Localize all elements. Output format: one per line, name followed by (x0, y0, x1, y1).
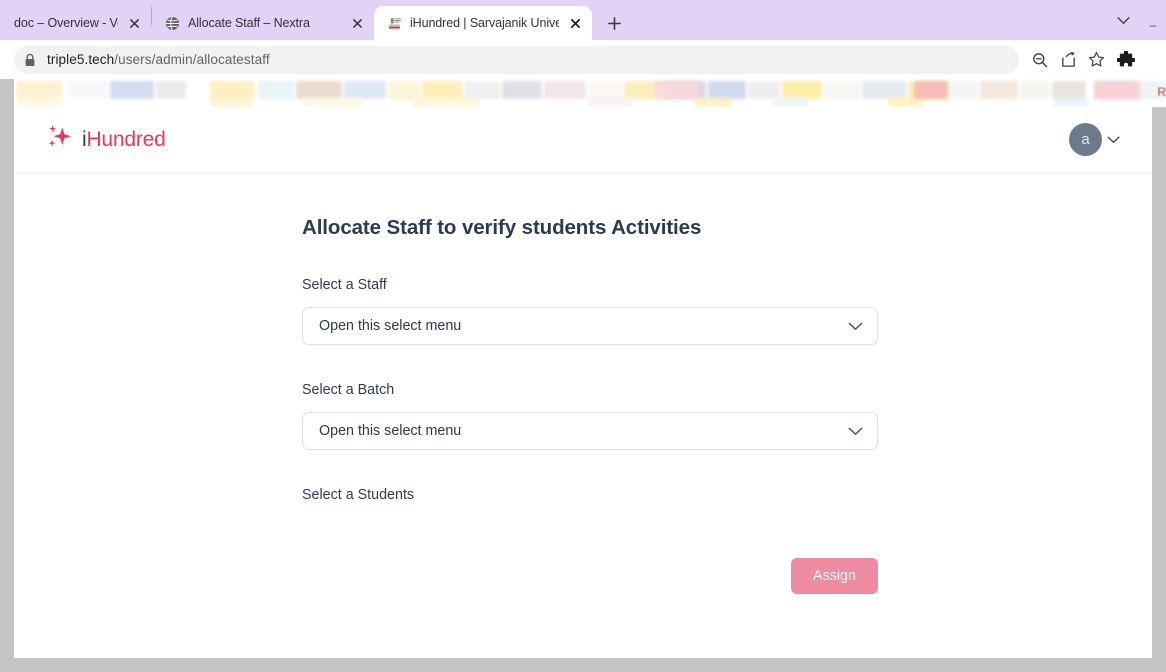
assign-button[interactable]: Assign (791, 558, 878, 594)
address-bar-path: /users/admin/allocatestaff (114, 52, 270, 67)
chevron-down-icon[interactable] (1107, 131, 1120, 149)
window-minimize-button[interactable]: – (1142, 6, 1164, 36)
browser-tab-ihundred-sarvajanik[interactable]: iHundred | Sarvajanik University (374, 6, 592, 40)
browser-toolbar: triple5.tech/users/admin/allocatestaff (0, 40, 1166, 79)
tab-close-icon[interactable] (126, 15, 143, 32)
page-title: Allocate Staff to verify students Activi… (302, 216, 702, 239)
bookmarks-bar: R (14, 79, 1166, 107)
browser-window: doc – Overview - Verc Allocate Staff – N… (0, 0, 1166, 672)
allocate-staff-form: Allocate Staff to verify students Activi… (14, 216, 1152, 658)
chevron-down-icon[interactable] (848, 427, 863, 436)
brand-name: iHundred (82, 128, 166, 152)
select-batch-value: Open this select menu (319, 423, 462, 439)
avatar[interactable]: a (1069, 123, 1102, 156)
tab-title: iHundred | Sarvajanik University (410, 16, 559, 30)
bookmarks-overflow-label: R (1157, 85, 1166, 99)
address-bar[interactable]: triple5.tech/users/admin/allocatestaff (14, 45, 1019, 74)
browser-tab-doc-overview[interactable]: doc – Overview - Verc (8, 6, 151, 40)
extensions-puzzle-icon[interactable] (1113, 47, 1139, 73)
address-bar-host: triple5.tech (47, 52, 115, 67)
lock-icon (24, 52, 37, 67)
new-tab-button[interactable] (600, 9, 628, 37)
zoom-out-icon[interactable] (1027, 47, 1053, 73)
tab-title: doc – Overview - Verc (14, 16, 118, 30)
bookmark-star-icon[interactable] (1083, 47, 1109, 73)
tab-title: Allocate Staff – Nextra (188, 16, 310, 30)
label-select-students: Select a Students (302, 487, 415, 503)
globe-icon (164, 15, 180, 31)
user-menu[interactable]: a (1069, 123, 1120, 156)
chevron-down-icon[interactable] (848, 322, 863, 331)
select-staff-dropdown[interactable]: Open this select menu (302, 307, 878, 345)
brand-logo[interactable]: iHundred (45, 123, 166, 156)
browser-tab-allocate-staff-nextra[interactable]: Allocate Staff – Nextra (152, 6, 374, 40)
tab-search-chevron-down-icon[interactable] (1108, 6, 1138, 36)
form-actions: Assign (302, 558, 878, 594)
label-select-batch: Select a Batch (302, 382, 395, 398)
page-viewport: iHundred a Allocate Staff to verify stud… (14, 107, 1152, 658)
address-bar-url: triple5.tech/users/admin/allocatestaff (47, 52, 270, 67)
tab-close-icon[interactable] (567, 15, 584, 32)
university-crest-icon (386, 15, 402, 31)
share-icon[interactable] (1055, 47, 1081, 73)
omnibox-actions (1025, 47, 1139, 73)
tab-close-icon[interactable] (349, 15, 366, 32)
brand-name-rest: Hundred (86, 127, 166, 151)
browser-tab-strip: doc – Overview - Verc Allocate Staff – N… (0, 0, 1166, 40)
app-header: iHundred a (14, 107, 1152, 172)
select-batch-dropdown[interactable]: Open this select menu (302, 412, 878, 450)
label-select-staff: Select a Staff (302, 277, 387, 293)
sparkle-icon (45, 123, 73, 156)
select-staff-value: Open this select menu (319, 318, 462, 334)
